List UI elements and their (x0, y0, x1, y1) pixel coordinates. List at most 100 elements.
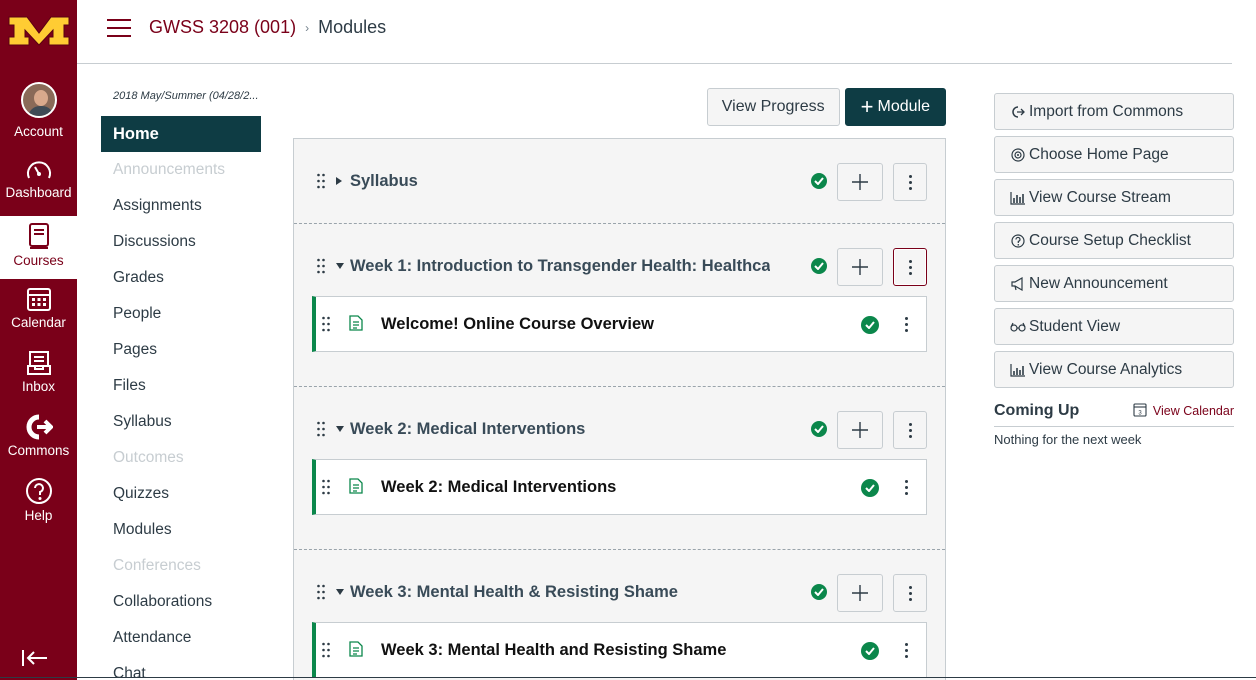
gnav-commons[interactable]: Commons (0, 414, 77, 464)
course-nav-conferences[interactable]: Conferences (101, 548, 261, 584)
side-btn-label: New Announcement (1029, 274, 1168, 292)
university-logo[interactable] (0, 0, 77, 60)
drag-handle-icon[interactable] (322, 460, 330, 514)
module-item[interactable]: Welcome! Online Course Overview (312, 296, 927, 352)
stream-icon (1009, 189, 1027, 207)
gnav-courses-label: Courses (13, 253, 64, 268)
module: Syllabus (294, 139, 945, 224)
breadcrumb-course-link[interactable]: GWSS 3208 (001) (149, 17, 296, 38)
add-module-button[interactable]: + Module (844, 88, 946, 126)
add-item-button[interactable] (837, 411, 883, 449)
view-progress-button[interactable]: View Progress (706, 88, 840, 126)
item-options-button[interactable] (898, 309, 914, 339)
course-nav-attendance[interactable]: Attendance (101, 620, 261, 656)
gnav-commons-label: Commons (7, 443, 70, 458)
published-check-icon[interactable] (811, 421, 827, 437)
course-nav-outcomes[interactable]: Outcomes (101, 440, 261, 476)
module-options-button[interactable] (893, 248, 927, 286)
drag-handle-icon[interactable] (317, 139, 325, 223)
add-item-button[interactable] (837, 248, 883, 286)
dashboard-icon (25, 158, 53, 185)
course-nav-quizzes[interactable]: Quizzes (101, 476, 261, 512)
avatar (20, 82, 57, 118)
course-nav-modules[interactable]: Modules (101, 512, 261, 548)
item-options-button[interactable] (898, 472, 914, 502)
side-btn-label: View Course Stream (1029, 188, 1171, 206)
published-check-icon[interactable] (861, 316, 879, 334)
course-nav-syllabus[interactable]: Syllabus (101, 404, 261, 440)
course-nav-files[interactable]: Files (101, 368, 261, 404)
term-label: 2018 May/Summer (04/28/2... (113, 90, 259, 102)
courses-icon (26, 222, 52, 253)
kebab-icon (908, 259, 912, 275)
gnav-account[interactable]: Account (0, 82, 77, 144)
course-nav-assignments[interactable]: Assignments (101, 188, 261, 224)
view-calendar-link[interactable]: 3 View Calendar (1133, 402, 1234, 420)
side-btn-label: View Course Analytics (1029, 360, 1183, 378)
hamburger-menu-icon[interactable] (107, 19, 131, 39)
course-setup-checklist-button[interactable]: Course Setup Checklist (994, 222, 1234, 259)
gnav-dashboard[interactable]: Dashboard (0, 158, 77, 208)
side-btn-label: Course Setup Checklist (1029, 231, 1191, 249)
module-item-title[interactable]: Welcome! Online Course Overview (381, 297, 654, 351)
add-item-button[interactable] (837, 574, 883, 612)
module-item-title[interactable]: Week 2: Medical Interventions (381, 460, 616, 514)
question-icon (1009, 232, 1027, 250)
gnav-inbox[interactable]: Inbox (0, 350, 77, 400)
collapse-nav-icon[interactable] (20, 646, 50, 670)
module-options-button[interactable] (893, 411, 927, 449)
module: Week 1: Introduction to Transgender Heal… (294, 224, 945, 387)
view-course-analytics-button[interactable]: View Course Analytics (994, 351, 1234, 388)
breadcrumb-current: Modules (318, 17, 387, 37)
course-nav-discussions[interactable]: Discussions (101, 224, 261, 260)
gnav-help[interactable]: Help (0, 477, 77, 527)
module: Week 2: Medical Interventions Week 2: Me… (294, 387, 945, 550)
view-course-stream-button[interactable]: View Course Stream (994, 179, 1234, 216)
course-navigation: 2018 May/Summer (04/28/2... Home Announc… (101, 80, 261, 680)
new-announcement-button[interactable]: New Announcement (994, 265, 1234, 302)
plus-icon: + (860, 94, 874, 119)
published-check-icon[interactable] (861, 642, 879, 660)
module-title[interactable]: Syllabus (350, 139, 418, 223)
kebab-icon (904, 316, 908, 332)
module-item-title[interactable]: Week 3: Mental Health and Resisting Sham… (381, 623, 726, 677)
module-item[interactable]: Week 2: Medical Interventions (312, 459, 927, 515)
add-item-button[interactable] (837, 163, 883, 201)
kebab-icon (908, 422, 912, 438)
module-options-button[interactable] (893, 574, 927, 612)
module-header[interactable]: Syllabus (294, 139, 945, 223)
megaphone-icon (1009, 275, 1027, 293)
course-nav-announcements[interactable]: Announcements (101, 152, 261, 188)
choose-home-page-button[interactable]: Choose Home Page (994, 136, 1234, 173)
breadcrumb: GWSS 3208 (001) › Modules (149, 17, 386, 38)
analytics-icon (1009, 361, 1027, 379)
published-check-icon[interactable] (811, 584, 827, 600)
kebab-icon (908, 174, 912, 190)
breadcrumb-separator: › (305, 20, 310, 35)
course-nav-collaborations[interactable]: Collaborations (101, 584, 261, 620)
caret-right-icon[interactable] (336, 139, 342, 223)
published-check-icon[interactable] (811, 258, 827, 274)
course-nav-home[interactable]: Home (101, 116, 261, 152)
import-from-commons-button[interactable]: Import from Commons (994, 93, 1234, 130)
gnav-help-label: Help (24, 508, 53, 523)
coming-up-empty-text: Nothing for the next week (994, 432, 1142, 447)
module: Week 3: Mental Health & Resisting Shame (294, 550, 945, 680)
drag-handle-icon[interactable] (322, 623, 330, 677)
side-btn-label: Student View (1029, 317, 1121, 335)
gnav-courses[interactable]: Courses (0, 216, 77, 279)
course-nav-pages[interactable]: Pages (101, 332, 261, 368)
item-options-button[interactable] (898, 635, 914, 665)
drag-handle-icon[interactable] (322, 297, 330, 351)
module-item[interactable]: Week 3: Mental Health and Resisting Sham… (312, 622, 927, 678)
calendar-icon (26, 286, 52, 315)
course-nav-people[interactable]: People (101, 296, 261, 332)
module-options-button[interactable] (893, 163, 927, 201)
coming-up-title: Coming Up (994, 402, 1080, 419)
course-nav-grades[interactable]: Grades (101, 260, 261, 296)
published-check-icon[interactable] (811, 173, 827, 189)
published-check-icon[interactable] (861, 479, 879, 497)
global-navigation: Account Dashboard Courses Calendar Inbox… (0, 0, 77, 680)
gnav-calendar[interactable]: Calendar (0, 286, 77, 336)
student-view-button[interactable]: Student View (994, 308, 1234, 345)
